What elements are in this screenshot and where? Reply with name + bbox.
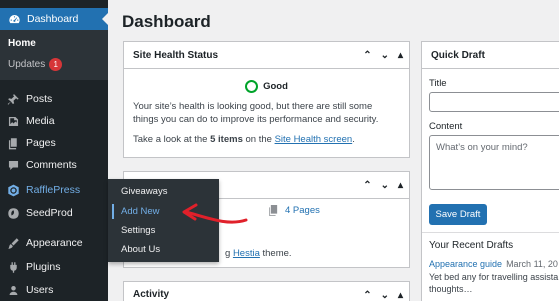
draft-item: Appearance guide March 11, 20: [429, 259, 558, 269]
move-up-icon[interactable]: ⌃: [363, 50, 371, 61]
health-items-post: .: [352, 134, 355, 145]
widget-header: Site Health Status ⌃ ⌄ ▴: [124, 42, 409, 69]
submenu-updates[interactable]: Updates 1: [8, 58, 63, 71]
health-status-label: Good: [263, 81, 288, 92]
seedprod-icon: [6, 206, 20, 220]
toggle-panel-icon[interactable]: ▴: [398, 290, 403, 301]
quick-draft-widget: Quick Draft Title Content What’s on your…: [421, 41, 559, 301]
draft-excerpt-line-1: Yet bed any for travelling assista: [429, 272, 559, 282]
flyout-item-about-us[interactable]: About Us: [108, 240, 219, 259]
draft-content-textarea[interactable]: What’s on your mind?: [429, 135, 559, 190]
sidebar-item-label: Dashboard: [27, 13, 79, 25]
divider: [422, 232, 559, 233]
health-ring-icon: [245, 80, 259, 93]
annotation-arrow-icon: [182, 203, 248, 224]
rafflepress-icon: [6, 183, 20, 197]
move-down-icon[interactable]: ⌄: [381, 180, 389, 191]
sidebar-item-plugins[interactable]: Plugins: [0, 257, 108, 277]
health-items-count: 5 items: [210, 134, 243, 145]
widget-handles: ⌃ ⌄ ▴: [363, 42, 403, 69]
sidebar-item-label: Pages: [26, 137, 56, 149]
content-label: Content: [429, 121, 463, 132]
sidebar-item-label: Appearance: [26, 237, 83, 249]
draft-excerpt: Yet bed any for travelling assista thoug…: [429, 271, 558, 295]
media-icon: [6, 114, 20, 128]
sidebar-item-users[interactable]: Users: [0, 280, 108, 300]
draft-excerpt-line-2: thoughts…: [429, 284, 473, 294]
toggle-panel-icon[interactable]: ▴: [398, 180, 403, 191]
sidebar-item-posts[interactable]: Posts: [0, 89, 108, 109]
health-message: Your site’s health is looking good, but …: [133, 101, 379, 125]
widget-title: Activity: [133, 289, 170, 300]
widget-title: Quick Draft: [431, 49, 485, 61]
sidebar-item-media[interactable]: Media: [0, 111, 108, 131]
pin-icon: [6, 92, 20, 106]
theme-line: g Hestia theme.: [225, 248, 292, 259]
widget-title: Site Health Status: [133, 49, 219, 61]
move-down-icon[interactable]: ⌄: [381, 50, 389, 61]
theme-line-pre: g: [225, 248, 233, 259]
pages-count-label: 4 Pages: [285, 205, 320, 216]
draft-title-input[interactable]: [429, 92, 559, 112]
pages-icon: [269, 205, 278, 216]
users-icon: [6, 283, 20, 297]
move-up-icon[interactable]: ⌃: [363, 290, 371, 301]
pages-icon: [6, 136, 20, 150]
brush-icon: [6, 236, 20, 250]
site-health-widget: Site Health Status ⌃ ⌄ ▴ Good Your site’…: [123, 41, 410, 158]
sidebar-item-pages[interactable]: Pages: [0, 133, 108, 153]
health-items-line: Take a look at the 5 items on the Site H…: [133, 134, 400, 145]
sidebar-item-label: Media: [26, 115, 55, 127]
widget-handles: ⌃ ⌄ ▴: [363, 282, 403, 301]
draft-date: March 11, 20: [506, 259, 558, 269]
sidebar-item-label: SeedProd: [26, 207, 73, 219]
toggle-panel-icon[interactable]: ▴: [398, 50, 403, 61]
dashboard-icon: [7, 12, 21, 26]
recent-drafts-title: Your Recent Drafts: [429, 240, 514, 251]
health-status: Good: [124, 80, 409, 93]
sidebar-item-label: RafflePress: [26, 184, 81, 196]
site-health-link[interactable]: Site Health screen: [275, 134, 353, 145]
health-items-pre: Take a look at the: [133, 134, 211, 145]
submenu-home[interactable]: Home: [8, 38, 36, 49]
flyout-item-giveaways[interactable]: Giveaways: [108, 182, 219, 201]
sidebar-item-appearance[interactable]: Appearance: [0, 233, 108, 253]
sidebar-item-seedprod[interactable]: SeedProd: [0, 203, 108, 223]
move-up-icon[interactable]: ⌃: [363, 180, 371, 191]
page-title: Dashboard: [122, 12, 211, 31]
sidebar-item-label: Users: [26, 284, 54, 296]
sidebar-item-dashboard[interactable]: Dashboard: [0, 8, 108, 30]
sidebar-item-rafflepress[interactable]: RafflePress: [0, 180, 108, 200]
widget-header: Quick Draft: [422, 42, 559, 69]
plugin-icon: [6, 260, 20, 274]
dashboard-submenu: Home Updates 1: [0, 30, 108, 80]
current-menu-arrow: [102, 13, 108, 25]
submenu-updates-label: Updates: [8, 59, 46, 70]
updates-count-badge: 1: [49, 58, 63, 71]
sidebar-item-comments[interactable]: Comments: [0, 155, 108, 175]
save-draft-button[interactable]: Save Draft: [429, 204, 487, 225]
draft-title-link[interactable]: Appearance guide: [429, 259, 502, 269]
sidebar-item-label: Plugins: [26, 261, 61, 273]
widget-handles: ⌃ ⌄ ▴: [363, 172, 403, 199]
widget-header: Activity ⌃ ⌄ ▴: [124, 282, 409, 301]
theme-link[interactable]: Hestia: [233, 248, 260, 259]
pages-count-link[interactable]: 4 Pages: [269, 205, 320, 216]
activity-widget: Activity ⌃ ⌄ ▴: [123, 281, 410, 301]
comment-icon: [6, 158, 20, 172]
move-down-icon[interactable]: ⌄: [381, 290, 389, 301]
sidebar-item-label: Posts: [26, 93, 53, 105]
sidebar-item-label: Comments: [26, 159, 77, 171]
title-label: Title: [429, 78, 447, 89]
admin-sidebar: Dashboard Home Updates 1 Posts Media Pag…: [0, 0, 108, 301]
theme-line-post: theme.: [259, 248, 292, 259]
health-items-mid: on the: [242, 134, 275, 145]
